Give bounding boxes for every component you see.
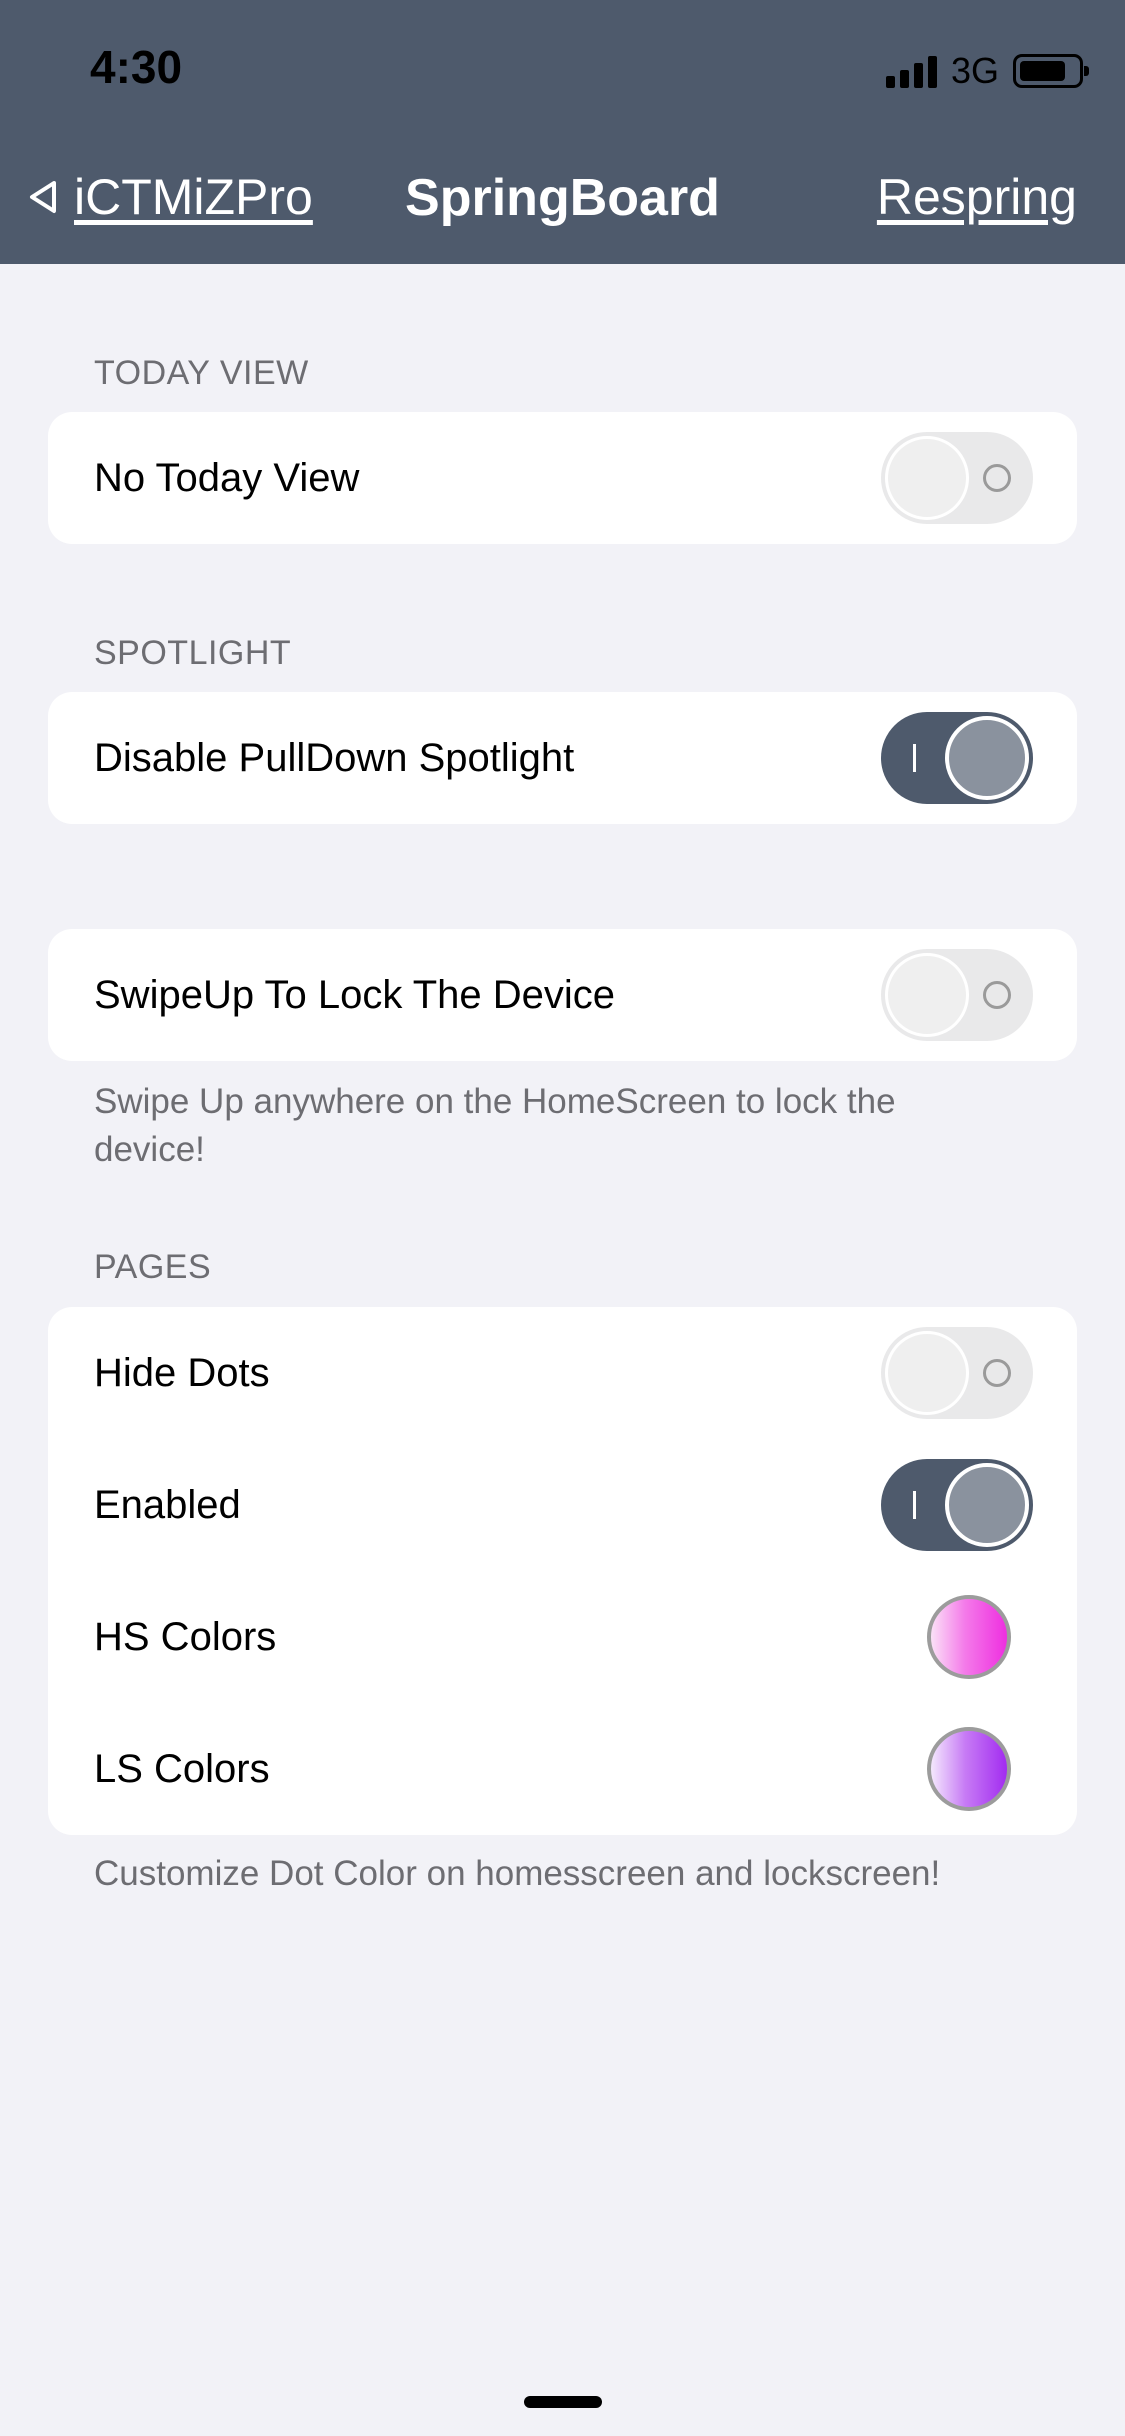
home-indicator[interactable] [524, 2396, 602, 2408]
row-ls-colors[interactable]: LS Colors [48, 1703, 1077, 1835]
toggle-knob [885, 953, 969, 1037]
row-enabled: Enabled [48, 1439, 1077, 1571]
section-header-today-view: TODAY VIEW [94, 354, 309, 392]
section-footer-pages: Customize Dot Color on homesscreen and l… [94, 1854, 941, 1893]
row-swipeup-lock: SwipeUp To Lock The Device [48, 929, 1077, 1061]
row-disable-pulldown-spotlight: Disable PullDown Spotlight [48, 692, 1077, 824]
hs-color-swatch[interactable] [927, 1595, 1011, 1679]
battery-icon [1013, 54, 1089, 88]
toggle-knob [885, 436, 969, 520]
status-indicators: 3G [885, 50, 1089, 92]
section-header-pages: PAGES [94, 1248, 212, 1286]
back-button[interactable]: iCTMiZPro [24, 168, 313, 226]
toggle-knob [885, 1331, 969, 1415]
group-spotlight: Disable PullDown Spotlight [48, 692, 1077, 824]
toggle-off-indicator-icon [983, 464, 1011, 492]
row-hs-colors[interactable]: HS Colors [48, 1571, 1077, 1703]
respring-button[interactable]: Respring [877, 168, 1077, 226]
row-hide-dots: Hide Dots [48, 1307, 1077, 1439]
row-label: LS Colors [94, 1746, 270, 1791]
signal-icon [885, 54, 937, 88]
navigation-header: 4:30 3G iCTMiZPro SpringBoard Respring [0, 0, 1125, 264]
swipeup-lock-toggle[interactable] [881, 949, 1033, 1041]
toggle-off-indicator-icon [983, 981, 1011, 1009]
group-pages: Hide Dots Enabled HS Colors LS Colors [48, 1307, 1077, 1835]
row-label: Enabled [94, 1482, 241, 1527]
hide-dots-toggle[interactable] [881, 1327, 1033, 1419]
toggle-on-indicator-icon [913, 1491, 916, 1519]
no-today-view-toggle[interactable] [881, 432, 1033, 524]
toggle-knob [945, 1463, 1029, 1547]
section-footer-swipe-lock: Swipe Up anywhere on the HomeScreen to l… [94, 1082, 896, 1169]
row-label: Disable PullDown Spotlight [94, 735, 575, 780]
back-button-label: iCTMiZPro [74, 169, 313, 225]
row-label: HS Colors [94, 1614, 277, 1659]
enabled-toggle[interactable] [881, 1459, 1033, 1551]
toggle-knob [945, 716, 1029, 800]
group-swipe-lock: SwipeUp To Lock The Device [48, 929, 1077, 1061]
disable-pulldown-spotlight-toggle[interactable] [881, 712, 1033, 804]
ls-color-swatch[interactable] [927, 1727, 1011, 1811]
status-time: 4:30 [90, 41, 183, 93]
section-header-spotlight: SPOTLIGHT [94, 634, 292, 672]
row-label: No Today View [94, 455, 360, 500]
group-today-view: No Today View [48, 412, 1077, 544]
row-label: SwipeUp To Lock The Device [94, 972, 616, 1017]
toggle-off-indicator-icon [983, 1359, 1011, 1387]
back-arrow-icon [30, 181, 56, 213]
network-type: 3G [950, 50, 999, 91]
row-label: Hide Dots [94, 1350, 270, 1395]
toggle-on-indicator-icon [913, 744, 916, 772]
row-no-today-view: No Today View [48, 412, 1077, 544]
